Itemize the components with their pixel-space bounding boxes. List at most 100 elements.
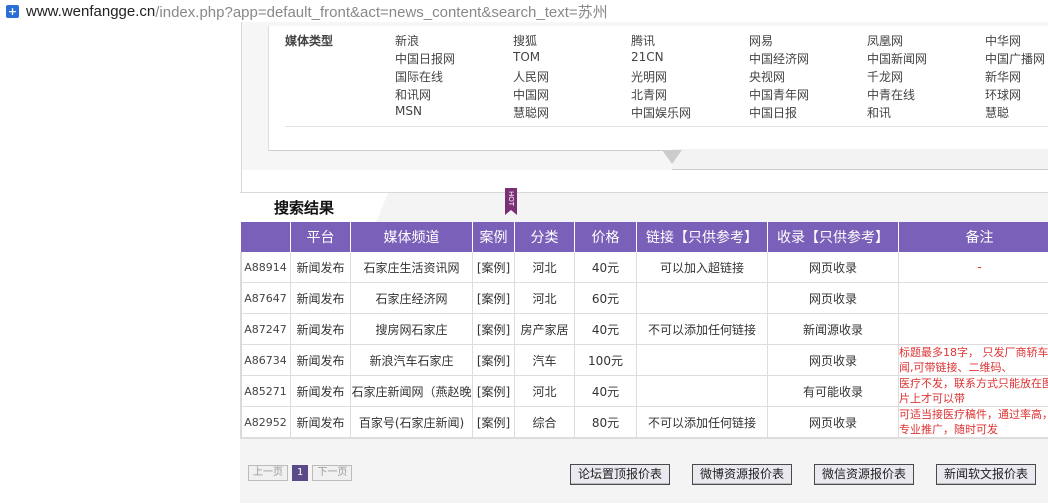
row-platform: 新闻发布 — [290, 406, 351, 438]
row-category: 综合 — [514, 406, 575, 438]
row-price: 80元 — [574, 406, 637, 438]
table-row: A87647 新闻发布 石家庄经济网 [案例] 河北 60元 网页收录 — [240, 282, 1048, 314]
media-link[interactable]: 凤凰网 — [867, 32, 985, 50]
media-link[interactable]: 腾讯 — [631, 32, 749, 50]
case-link[interactable]: [案例] — [472, 282, 515, 314]
col-header-price: 价格 — [574, 222, 637, 252]
row-id: A88914 — [240, 252, 291, 283]
col-header-id — [240, 222, 291, 252]
media-link[interactable]: 光明网 — [631, 68, 749, 86]
row-channel[interactable]: 搜房网石家庄 — [350, 313, 473, 345]
case-link[interactable]: [案例] — [472, 313, 515, 345]
row-link — [636, 375, 768, 407]
media-link[interactable]: 搜狐 — [513, 32, 631, 50]
media-link[interactable]: 中国娱乐网 — [631, 104, 749, 122]
col-header-link: 链接【只供参考】 — [636, 222, 768, 252]
row-channel[interactable]: 石家庄生活资讯网 — [350, 252, 473, 283]
col-header-platform: 平台 — [290, 222, 351, 252]
media-link[interactable]: 和讯网 — [395, 86, 513, 104]
url-path: /index.php?app=default_front&act=news_co… — [155, 3, 608, 21]
wechat-pricelist-button[interactable]: 微信资源报价表 — [814, 464, 914, 485]
row-note: 标题最多18字， 只发厂商轿车新闻,可带链接、二维码、 — [898, 344, 1048, 376]
row-index: 网页收录 — [767, 282, 899, 314]
media-link[interactable]: 央视网 — [749, 68, 867, 86]
table-row: A85271 新闻发布 石家庄新闻网（燕赵晚 [案例] 河北 40元 有可能收录… — [240, 375, 1048, 407]
news-pricelist-button[interactable]: 新闻软文报价表 — [936, 464, 1036, 485]
media-link[interactable]: 中国广播网 — [985, 50, 1048, 68]
tab-search-results[interactable]: 搜索结果 — [240, 193, 377, 223]
media-link[interactable]: 和讯 — [867, 104, 985, 122]
row-index: 网页收录 — [767, 344, 899, 376]
hot-badge: HOT — [505, 188, 517, 215]
case-link[interactable]: [案例] — [472, 344, 515, 376]
media-link[interactable]: 21CN — [631, 50, 749, 68]
url-host: www.wenfangge.cn — [26, 2, 156, 20]
media-link[interactable]: 中国网 — [513, 86, 631, 104]
row-id: A86734 — [240, 344, 291, 376]
row-id: A85271 — [240, 375, 291, 407]
media-link[interactable]: 中国新闻网 — [867, 50, 985, 68]
row-link — [636, 282, 768, 314]
media-link[interactable]: 千龙网 — [867, 68, 985, 86]
table-row: A82952 新闻发布 百家号(石家庄新闻) [案例] 综合 80元 不可以添加… — [240, 406, 1048, 438]
media-type-label: 媒体类型 — [285, 34, 334, 48]
address-bar[interactable]: + www.wenfangge.cn/index.php?app=default… — [0, 0, 1048, 22]
row-note: - — [898, 252, 1048, 283]
media-link[interactable]: 中国青年网 — [749, 86, 867, 104]
media-link[interactable]: 人民网 — [513, 68, 631, 86]
media-link[interactable]: TOM — [513, 50, 631, 68]
forum-pricelist-button[interactable]: 论坛置顶报价表 — [570, 464, 670, 485]
row-platform: 新闻发布 — [290, 344, 351, 376]
results-tab-bar: 搜索结果 — [240, 192, 1048, 223]
row-index: 新闻源收录 — [767, 313, 899, 345]
media-link[interactable]: 中国经济网 — [749, 50, 867, 68]
row-note: 医疗不发，联系方式只能放在图片上才可以带 — [898, 375, 1048, 407]
pagination: 上一页 1 下一页 — [248, 465, 353, 481]
media-link[interactable]: 慧聪网 — [513, 104, 631, 122]
row-note — [898, 313, 1048, 345]
row-category: 河北 — [514, 282, 575, 314]
prev-page-button[interactable]: 上一页 — [248, 465, 288, 481]
row-note: 可适当接医疗稿件，通过率高，专业推广，随时可发 — [898, 406, 1048, 438]
row-platform: 新闻发布 — [290, 282, 351, 314]
row-price: 40元 — [574, 375, 637, 407]
media-link[interactable]: MSN — [395, 104, 513, 122]
media-link[interactable]: 中青在线 — [867, 86, 985, 104]
table-row: A88914 新闻发布 石家庄生活资讯网 [案例] 河北 40元 可以加入超链接… — [240, 252, 1048, 283]
row-category: 河北 — [514, 252, 575, 283]
media-link[interactable]: 国际在线 — [395, 68, 513, 86]
row-id: A87247 — [240, 313, 291, 345]
next-page-button[interactable]: 下一页 — [312, 465, 353, 481]
row-price: 100元 — [574, 344, 637, 376]
row-category: 房产家居 — [514, 313, 575, 345]
media-link[interactable]: 新华网 — [985, 68, 1048, 86]
row-index: 网页收录 — [767, 252, 899, 283]
media-link[interactable]: 北青网 — [631, 86, 749, 104]
row-channel[interactable]: 石家庄新闻网（燕赵晚 — [350, 375, 473, 407]
case-link[interactable]: [案例] — [472, 406, 515, 438]
weibo-pricelist-button[interactable]: 微博资源报价表 — [692, 464, 792, 485]
row-price: 40元 — [574, 313, 637, 345]
row-link: 可以加入超链接 — [636, 252, 768, 283]
row-platform: 新闻发布 — [290, 252, 351, 283]
row-price: 40元 — [574, 252, 637, 283]
row-channel[interactable]: 石家庄经济网 — [350, 282, 473, 314]
table-row: A86734 新闻发布 新浪汽车石家庄 [案例] 汽车 100元 网页收录 标题… — [240, 344, 1048, 376]
row-link: 不可以添加任何链接 — [636, 406, 768, 438]
divider — [285, 126, 1048, 127]
row-price: 60元 — [574, 282, 637, 314]
current-page-button[interactable]: 1 — [292, 465, 309, 481]
row-channel[interactable]: 新浪汽车石家庄 — [350, 344, 473, 376]
media-link[interactable]: 中华网 — [985, 32, 1048, 50]
media-link[interactable]: 环球网 — [985, 86, 1048, 104]
row-note — [898, 282, 1048, 314]
media-link[interactable]: 中国日报 — [749, 104, 867, 122]
media-link[interactable]: 新浪 — [395, 32, 513, 50]
row-channel[interactable]: 百家号(石家庄新闻) — [350, 406, 473, 438]
case-link[interactable]: [案例] — [472, 252, 515, 283]
media-link[interactable]: 中国日报网 — [395, 50, 513, 68]
media-link[interactable]: 网易 — [749, 32, 867, 50]
media-link[interactable]: 慧聪 — [985, 104, 1048, 122]
case-link[interactable]: [案例] — [472, 375, 515, 407]
col-header-index: 收录【只供参考】 — [767, 222, 899, 252]
